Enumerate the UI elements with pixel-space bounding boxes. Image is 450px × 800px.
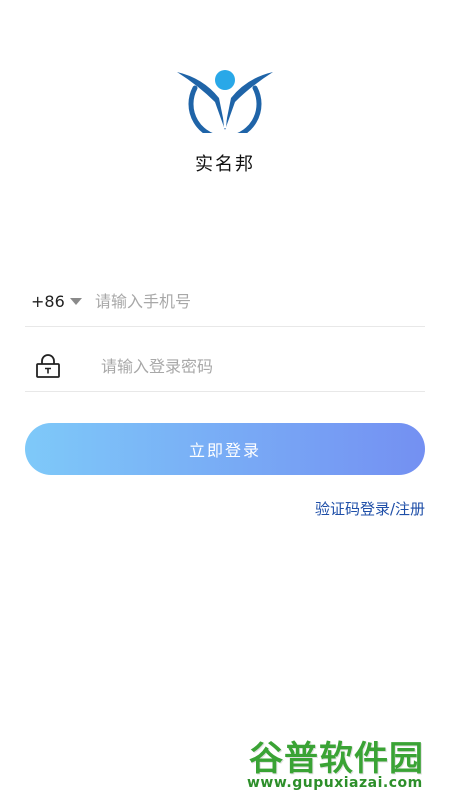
login-button[interactable]: 立即登录 [25, 423, 425, 475]
app-title: 实名邦 [195, 154, 255, 175]
country-code-selector[interactable]: +86 [31, 292, 93, 311]
watermark-title: 谷普软件园 [249, 739, 424, 779]
password-input[interactable] [99, 355, 425, 377]
watermark-url: www.gupuxiazai.com [247, 775, 423, 791]
password-row [25, 341, 425, 392]
lock-icon [36, 354, 60, 378]
caret-down-icon [69, 297, 82, 305]
sms-login-register-link[interactable]: 验证码登录/注册 [315, 498, 425, 519]
app-logo [177, 70, 273, 133]
phone-row: +86 [25, 276, 425, 327]
country-code-label: +86 [31, 291, 65, 311]
watermark: 谷普软件园 www.gupuxiazai.com [243, 727, 448, 797]
phone-input[interactable] [93, 290, 425, 312]
